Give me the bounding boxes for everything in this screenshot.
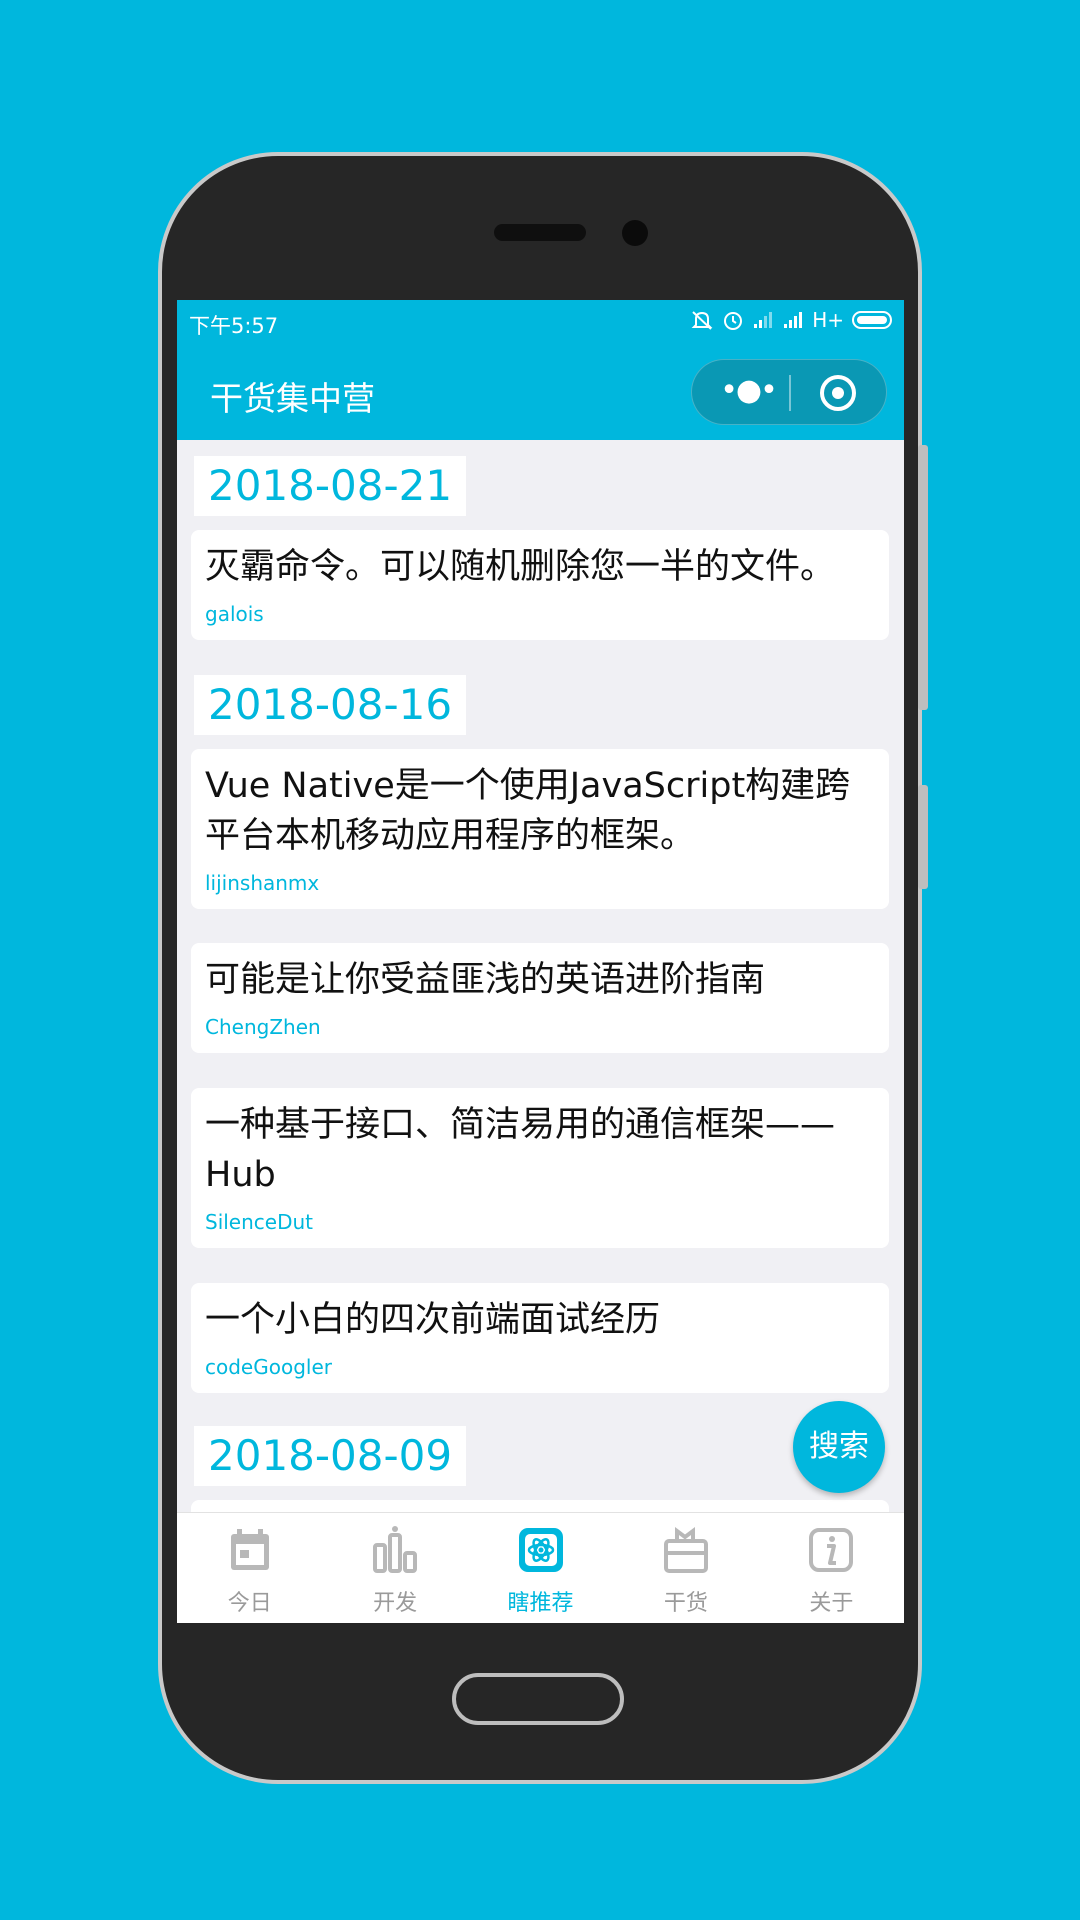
list-item[interactable]: 一种基于接口、简洁易用的通信框架——Hub SilenceDut (191, 1088, 889, 1248)
mini-program-capsule: •●• (691, 359, 887, 425)
item-title: Vue Native是一个使用JavaScript构建跨平台本机移动应用程序的框… (205, 766, 851, 856)
list-item[interactable]: 可能是让你受益匪浅的英语进阶指南 ChengZhen (191, 943, 889, 1053)
tab-recommend[interactable]: 瞎推荐 (468, 1513, 613, 1623)
network-type: H+ (812, 308, 844, 332)
list-item[interactable]: Vue Native是一个使用JavaScript构建跨平台本机移动应用程序的框… (191, 749, 889, 909)
more-icon[interactable]: •●• (720, 376, 778, 410)
tab-label: 开发 (373, 1591, 418, 1616)
list-item[interactable]: 一个小白的四次前端面试经历 codeGoogler (191, 1283, 889, 1393)
search-button[interactable]: 搜索 (793, 1401, 885, 1493)
power-button (918, 785, 928, 889)
capsule-divider (789, 375, 791, 411)
item-title: 可能是让你受益匪浅的英语进阶指南 (205, 960, 766, 1000)
date-label: 2018-08-21 (194, 456, 467, 516)
page-title: 干货集中营 (210, 379, 375, 418)
front-camera (622, 220, 648, 246)
close-icon[interactable] (820, 375, 856, 411)
nav-bar: 干货集中营 •●• (177, 344, 904, 440)
alarm-icon (724, 312, 743, 330)
atom-icon (518, 1528, 563, 1572)
bar-chart-icon (373, 1526, 418, 1573)
item-author: SilenceDut (205, 1210, 314, 1234)
status-bar: 下午5:57 H+ (177, 300, 904, 344)
info-icon (809, 1528, 854, 1572)
tab-label: 干货 (663, 1591, 708, 1616)
gift-box-icon (663, 1527, 708, 1573)
screen: 下午5:57 H+ 干货集中营 •●• 2018-08-21 灭霸命令。可以随机… (177, 300, 904, 1623)
item-title: 灭霸命令。可以随机删除您一半的文件。 (205, 547, 836, 587)
item-author: lijinshanmx (205, 871, 320, 895)
list-item[interactable]: 灭霸命令。可以随机删除您一半的文件。 galois (191, 530, 889, 640)
tab-label: 瞎推荐 (507, 1591, 574, 1616)
item-title: 一种基于接口、简洁易用的通信框架——Hub (205, 1105, 836, 1195)
date-label: 2018-08-16 (194, 675, 467, 735)
item-author: ChengZhen (205, 1015, 321, 1039)
calendar-icon (230, 1529, 269, 1570)
tab-about[interactable]: 关于 (759, 1513, 904, 1623)
date-label: 2018-08-09 (194, 1426, 467, 1486)
list-item[interactable] (191, 1500, 889, 1512)
tab-dev[interactable]: 开发 (322, 1513, 467, 1623)
tab-label: 关于 (809, 1591, 854, 1616)
item-author: codeGoogler (205, 1355, 332, 1379)
mute-icon (691, 311, 713, 330)
item-title: 一个小白的四次前端面试经历 (205, 1300, 661, 1340)
tab-gank[interactable]: 干货 (613, 1513, 758, 1623)
battery-icon (852, 311, 892, 329)
item-author: galois (205, 602, 264, 626)
signal-icon (754, 312, 773, 328)
status-time: 下午5:57 (189, 314, 279, 338)
volume-button (918, 445, 928, 710)
status-icons: H+ (690, 308, 892, 332)
tab-bar: 今日 开发 瞎推荐 干货 关于 (177, 1512, 904, 1623)
speaker-grille (494, 224, 586, 241)
feed-list: 2018-08-21 灭霸命令。可以随机删除您一半的文件。 galois 201… (177, 440, 904, 1512)
signal-icon (784, 312, 803, 328)
tab-today[interactable]: 今日 (177, 1513, 322, 1623)
tab-label: 今日 (227, 1591, 272, 1616)
home-button[interactable] (452, 1673, 624, 1725)
